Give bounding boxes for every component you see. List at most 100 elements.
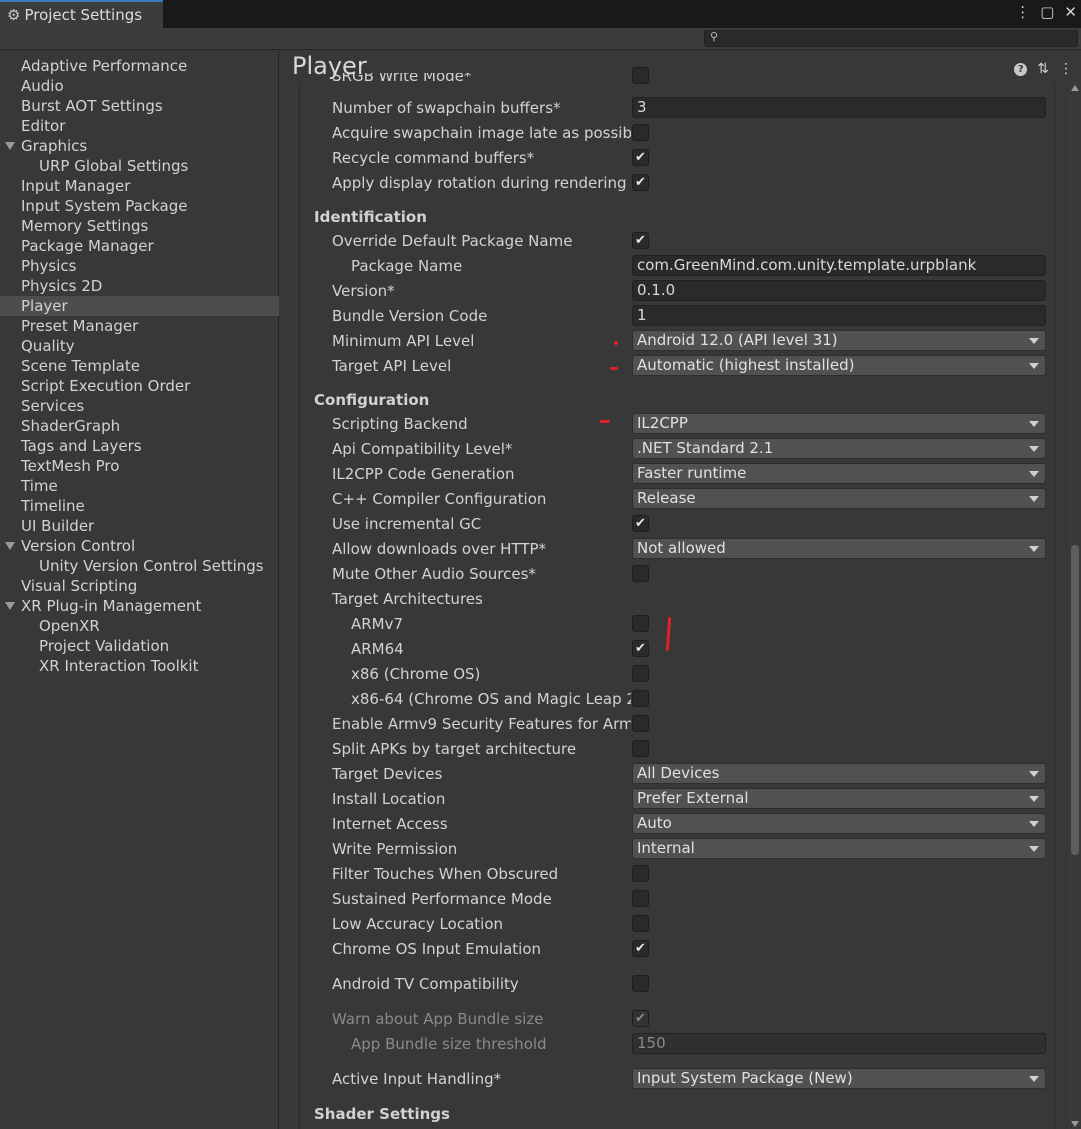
- scrollbar-thumb[interactable]: [1071, 545, 1079, 855]
- apply-display-rotation-during-rendering-checkbox[interactable]: ✔: [632, 174, 649, 191]
- sidebar-item-xr-plug-in-management[interactable]: XR Plug-in Management: [21, 596, 201, 616]
- armv7-checkbox[interactable]: [632, 615, 649, 632]
- enable-armv9-security-features-for-arm64-checkbox[interactable]: [632, 715, 649, 732]
- acquire-swapchain-image-late-as-possible-checkbox[interactable]: [632, 124, 649, 141]
- override-default-package-name-checkbox[interactable]: ✔: [632, 232, 649, 249]
- section-header-identification: Identification: [314, 208, 427, 226]
- low-accuracy-location-label: Low Accuracy Location: [332, 915, 503, 933]
- sidebar-item-version-control[interactable]: Version Control: [21, 536, 135, 556]
- android-tv-compatibility-checkbox[interactable]: [632, 975, 649, 992]
- mute-other-audio-sources-checkbox[interactable]: [632, 565, 649, 582]
- minimum-api-level-dropdown[interactable]: Android 12.0 (API level 31): [632, 330, 1046, 351]
- filter-touches-when-obscured-checkbox[interactable]: [632, 865, 649, 882]
- sidebar-item-shadergraph[interactable]: ShaderGraph: [21, 416, 120, 436]
- sidebar-item-quality[interactable]: Quality: [21, 336, 75, 356]
- recycle-command-buffers-checkbox[interactable]: ✔: [632, 149, 649, 166]
- sidebar-item-scene-template[interactable]: Scene Template: [21, 356, 140, 376]
- sidebar-item-timeline[interactable]: Timeline: [21, 496, 85, 516]
- sidebar-item-player[interactable]: Player: [21, 296, 68, 316]
- sidebar-item-physics[interactable]: Physics: [21, 256, 76, 276]
- version-label: Version*: [332, 282, 395, 300]
- sidebar-item-editor[interactable]: Editor: [21, 116, 65, 136]
- il2cpp-code-generation-dropdown[interactable]: Faster runtime: [632, 463, 1046, 484]
- sidebar-item-unity-version-control-settings[interactable]: Unity Version Control Settings: [39, 556, 264, 576]
- target-api-level-dropdown[interactable]: Automatic (highest installed): [632, 355, 1046, 376]
- sidebar-item-audio[interactable]: Audio: [21, 76, 64, 96]
- allow-downloads-over-http-dropdown[interactable]: Not allowed: [632, 538, 1046, 559]
- dropdown-arrow-icon: [1029, 338, 1039, 344]
- sustained-performance-mode-checkbox[interactable]: [632, 890, 649, 907]
- target-api-level-label: Target API Level: [332, 357, 452, 375]
- install-location-value: Prefer External: [637, 789, 749, 807]
- expand-triangle-icon[interactable]: [5, 142, 15, 150]
- app-bundle-size-threshold-field: 150: [632, 1033, 1046, 1054]
- internet-access-value: Auto: [637, 814, 672, 832]
- sidebar-item-burst-aot-settings[interactable]: Burst AOT Settings: [21, 96, 163, 116]
- project-settings-tab[interactable]: ⚙ Project Settings: [0, 0, 163, 28]
- version-field[interactable]: 0.1.0: [632, 280, 1046, 301]
- sidebar-item-adaptive-performance[interactable]: Adaptive Performance: [21, 56, 187, 76]
- warn-about-app-bundle-size-label: Warn about App Bundle size: [332, 1010, 544, 1028]
- close-icon[interactable]: ✕: [1064, 4, 1077, 20]
- sidebar-item-urp-global-settings[interactable]: URP Global Settings: [39, 156, 188, 176]
- active-input-handling-dropdown[interactable]: Input System Package (New): [632, 1068, 1046, 1089]
- package-name-field[interactable]: com.GreenMind.com.unity.template.urpblan…: [632, 255, 1046, 276]
- sidebar-item-services[interactable]: Services: [21, 396, 84, 416]
- help-icon[interactable]: ?: [1014, 62, 1028, 76]
- preset-settings-icon[interactable]: ⇅: [1037, 61, 1049, 77]
- arm64-checkbox[interactable]: ✔: [632, 640, 649, 657]
- split-apks-by-target-architecture-checkbox[interactable]: [632, 740, 649, 757]
- scroll-up-arrow-icon[interactable]: [1071, 85, 1079, 91]
- active-input-handling-label: Active Input Handling*: [332, 1070, 502, 1088]
- search-input[interactable]: ⚲: [704, 30, 1078, 47]
- sidebar-item-time[interactable]: Time: [21, 476, 58, 496]
- x86-64-chrome-os-and-magic-leap-2-checkbox[interactable]: [632, 690, 649, 707]
- internet-access-dropdown[interactable]: Auto: [632, 813, 1046, 834]
- scripting-backend-dropdown[interactable]: IL2CPP: [632, 413, 1046, 434]
- sidebar-item-textmesh-pro[interactable]: TextMesh Pro: [21, 456, 119, 476]
- sidebar-item-graphics[interactable]: Graphics: [21, 136, 87, 156]
- target-devices-dropdown[interactable]: All Devices: [632, 763, 1046, 784]
- chrome-os-input-emulation-checkbox[interactable]: ✔: [632, 940, 649, 957]
- write-permission-dropdown[interactable]: Internal: [632, 838, 1046, 859]
- x86-chrome-os-checkbox[interactable]: [632, 665, 649, 682]
- expand-triangle-icon[interactable]: [5, 602, 15, 610]
- vertical-scrollbar[interactable]: [1069, 83, 1081, 1129]
- api-compatibility-level-dropdown[interactable]: .NET Standard 2.1: [632, 438, 1046, 459]
- sidebar-item-input-system-package[interactable]: Input System Package: [21, 196, 188, 216]
- section-header-configuration: Configuration: [314, 391, 430, 409]
- sidebar-item-ui-builder[interactable]: UI Builder: [21, 516, 94, 536]
- apply-display-rotation-during-rendering-label: Apply display rotation during rendering: [332, 174, 627, 192]
- bundle-version-code-field[interactable]: 1: [632, 305, 1046, 326]
- c-compiler-configuration-value: Release: [637, 489, 696, 507]
- sidebar-item-visual-scripting[interactable]: Visual Scripting: [21, 576, 137, 596]
- maximize-icon[interactable]: ▢: [1040, 4, 1054, 20]
- internet-access-label: Internet Access: [332, 815, 448, 833]
- scripting-backend-label: Scripting Backend: [332, 415, 468, 433]
- toolbar: ⚲: [0, 28, 1081, 50]
- sidebar-item-openxr[interactable]: OpenXR: [39, 616, 100, 636]
- scroll-down-arrow-icon[interactable]: [1071, 1121, 1079, 1127]
- sidebar-item-input-manager[interactable]: Input Manager: [21, 176, 130, 196]
- sidebar-item-script-execution-order[interactable]: Script Execution Order: [21, 376, 190, 396]
- title-bar: ⚙ Project Settings ⋮ ▢ ✕: [0, 0, 1081, 28]
- expand-triangle-icon[interactable]: [5, 542, 15, 550]
- sidebar-item-memory-settings[interactable]: Memory Settings: [21, 216, 148, 236]
- low-accuracy-location-checkbox[interactable]: [632, 915, 649, 932]
- number-of-swapchain-buffers-field[interactable]: 3: [632, 97, 1046, 118]
- c-compiler-configuration-dropdown[interactable]: Release: [632, 488, 1046, 509]
- install-location-dropdown[interactable]: Prefer External: [632, 788, 1046, 809]
- sidebar-item-package-manager[interactable]: Package Manager: [21, 236, 154, 256]
- sidebar-item-xr-interaction-toolkit[interactable]: XR Interaction Toolkit: [39, 656, 199, 676]
- use-incremental-gc-checkbox[interactable]: ✔: [632, 515, 649, 532]
- more-options-icon[interactable]: ⋮: [1059, 61, 1073, 77]
- dropdown-arrow-icon: [1029, 1076, 1039, 1082]
- more-options-icon[interactable]: ⋮: [1015, 4, 1030, 20]
- sidebar-item-project-validation[interactable]: Project Validation: [39, 636, 169, 656]
- srgb-write-mode-checkbox[interactable]: [632, 67, 649, 84]
- sidebar-item-tags-and-layers[interactable]: Tags and Layers: [21, 436, 142, 456]
- sidebar-item-preset-manager[interactable]: Preset Manager: [21, 316, 138, 336]
- sidebar-item-physics-2d[interactable]: Physics 2D: [21, 276, 102, 296]
- tab-title: Project Settings: [24, 6, 143, 24]
- mute-other-audio-sources-label: Mute Other Audio Sources*: [332, 565, 536, 583]
